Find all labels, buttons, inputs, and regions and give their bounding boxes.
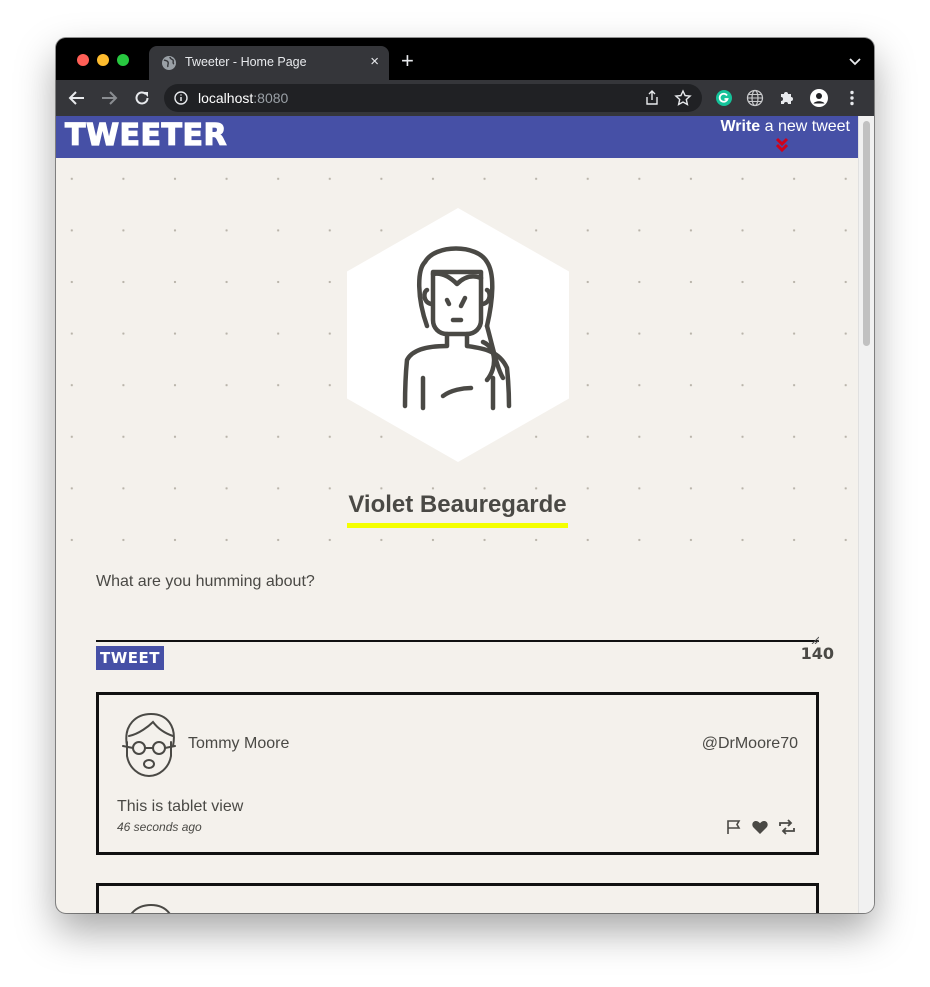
browser-toolbar: localhost:8080 (56, 80, 874, 116)
grammarly-extension-icon[interactable] (715, 89, 733, 107)
extensions-puzzle-icon[interactable] (778, 89, 796, 107)
retweet-icon[interactable] (777, 819, 795, 835)
top-navbar: TWEETER Write a new tweet (56, 116, 859, 158)
bookmark-star-icon[interactable] (674, 89, 692, 107)
character-counter: 140 (800, 644, 834, 663)
name-underline (347, 523, 568, 528)
kebab-menu-icon[interactable] (843, 89, 861, 107)
tweet-card (96, 883, 819, 913)
tweet-card: Tommy Moore @DrMoore70 This is tablet vi… (96, 692, 819, 855)
browser-tab[interactable]: Tweeter - Home Page × (149, 46, 389, 80)
tweet-textarea[interactable]: What are you humming about? (96, 570, 820, 645)
close-window-button[interactable] (77, 54, 89, 66)
profile-avatar (347, 208, 569, 462)
globe-icon (161, 55, 177, 71)
tab-title: Tweeter - Home Page (185, 55, 307, 69)
tweet-button[interactable]: TWEET (96, 646, 164, 670)
user-avatar (119, 712, 179, 778)
url-host: localhost (198, 90, 254, 106)
new-tab-button[interactable]: + (401, 50, 414, 72)
write-bold: Write (720, 118, 761, 135)
back-arrow-icon[interactable] (68, 89, 86, 107)
tab-strip: Tweeter - Home Page × + (56, 38, 874, 80)
tweet-author-handle: @DrMoore70 (701, 735, 798, 752)
flag-icon[interactable] (725, 819, 743, 835)
user-avatar (119, 903, 179, 913)
address-bar[interactable]: localhost:8080 (164, 84, 702, 112)
tweet-actions (725, 819, 799, 835)
url-port: :8080 (253, 90, 289, 106)
reload-icon[interactable] (133, 89, 151, 107)
double-chevron-down-icon[interactable] (775, 137, 789, 153)
share-icon[interactable] (644, 90, 660, 106)
brand-logo[interactable]: TWEETER (64, 117, 227, 153)
page-scrollbar[interactable] (858, 116, 874, 913)
tweet-timestamp: 46 seconds ago (117, 820, 202, 834)
browser-window: Tweeter - Home Page × + localhost:8080 T… (56, 38, 874, 913)
tweet-text: This is tablet view (117, 798, 244, 815)
write-rest: a new tweet (760, 118, 850, 135)
resize-handle-icon[interactable] (811, 631, 820, 645)
translate-globe-icon[interactable] (746, 89, 764, 107)
site-info-icon[interactable] (174, 91, 188, 105)
scrollbar-thumb[interactable] (863, 121, 870, 346)
url-text: localhost:8080 (198, 90, 288, 106)
zoom-window-button[interactable] (117, 54, 129, 66)
tweet-placeholder: What are you humming about? (96, 573, 315, 590)
profile-avatar-icon[interactable] (810, 89, 828, 107)
page-viewport: TWEETER Write a new tweet Violet Beaureg… (56, 116, 874, 913)
profile-name: Violet Beauregarde (348, 491, 567, 518)
chevron-down-icon[interactable] (848, 54, 862, 66)
heart-icon[interactable] (751, 819, 769, 835)
minimize-window-button[interactable] (97, 54, 109, 66)
tab-close-icon[interactable]: × (370, 54, 379, 70)
forward-arrow-icon[interactable] (100, 89, 118, 107)
tweet-author-name: Tommy Moore (188, 735, 290, 752)
write-tweet-link[interactable]: Write a new tweet (720, 118, 850, 136)
